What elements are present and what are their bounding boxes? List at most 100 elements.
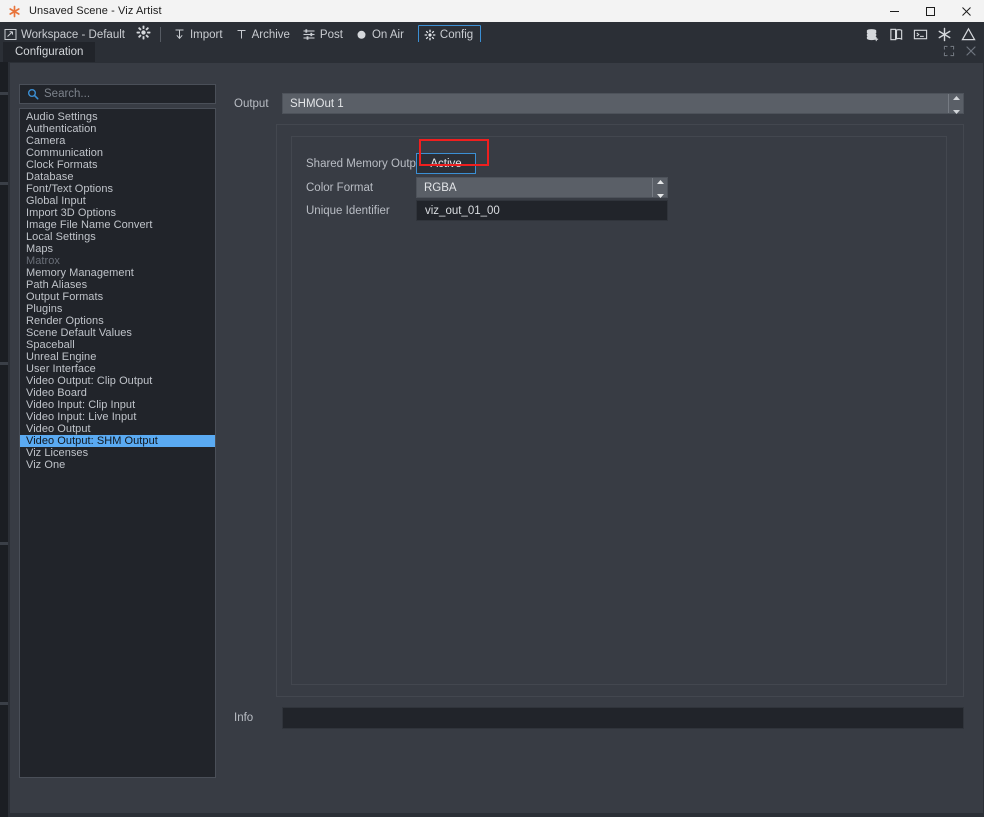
panel-controls	[942, 44, 978, 58]
unique-identifier-value: viz_out_01_00	[425, 205, 500, 217]
warning-icon[interactable]	[960, 27, 976, 43]
book-icon[interactable]	[888, 27, 904, 43]
sidebar-item-label: Local Settings	[26, 231, 96, 243]
sidebar-item[interactable]: Plugins	[20, 303, 215, 315]
settings-nav-list[interactable]: Audio SettingsAuthenticationCameraCommun…	[19, 108, 216, 778]
sidebar-item[interactable]: Maps	[20, 243, 215, 255]
sidebar-item-label: Audio Settings	[26, 111, 98, 123]
sidebar-item[interactable]: Video Output: SHM Output	[20, 435, 215, 447]
window-controls	[876, 0, 984, 22]
workspace-label: Workspace - Default	[21, 29, 125, 41]
sidebar-item-label: Camera	[26, 135, 65, 147]
sidebar-item-label: Video Input: Live Input	[26, 411, 136, 423]
viz-artist-window: Unsaved Scene - Viz Artist Workspace - D	[0, 0, 984, 817]
sidebar-item[interactable]: Unreal Engine	[20, 351, 215, 363]
output-spinner-icon[interactable]	[948, 94, 963, 113]
field-shared-memory-output: Shared Memory Output Active	[306, 153, 476, 174]
database-icon[interactable]	[864, 27, 880, 43]
expand-icon[interactable]	[942, 44, 956, 58]
sidebar-item[interactable]: Render Options	[20, 315, 215, 327]
shared-memory-output-value: Active	[430, 158, 461, 170]
tab-row: Configuration	[0, 42, 984, 62]
shm-output-settings: Output SHMOut 1 Shared Memory Output	[234, 93, 964, 783]
sidebar-item[interactable]: Communication	[20, 147, 215, 159]
sidebar-item-label: Global Input	[26, 195, 86, 207]
sidebar-item[interactable]: Viz Licenses	[20, 447, 215, 459]
post-icon	[302, 28, 316, 41]
sidebar-item[interactable]: User Interface	[20, 363, 215, 375]
title-bar-left: Unsaved Scene - Viz Artist	[0, 0, 876, 22]
color-format-label: Color Format	[306, 182, 416, 194]
sidebar-item-label: Font/Text Options	[26, 183, 113, 195]
archive-icon	[235, 28, 248, 41]
body-container: Search... Audio SettingsAuthenticationCa…	[0, 62, 984, 817]
search-placeholder: Search...	[44, 88, 90, 100]
sidebar-item[interactable]: Path Aliases	[20, 279, 215, 291]
field-unique-identifier: Unique Identifier viz_out_01_00	[306, 200, 668, 221]
minimize-button[interactable]	[876, 0, 912, 22]
sidebar-item-label: Path Aliases	[26, 279, 87, 291]
sidebar-item[interactable]: Image File Name Convert	[20, 219, 215, 231]
sidebar-item[interactable]: Memory Management	[20, 267, 215, 279]
sidebar-item[interactable]: Audio Settings	[20, 111, 215, 123]
sidebar-item[interactable]: Video Input: Clip Input	[20, 399, 215, 411]
sidebar-item[interactable]: Authentication	[20, 123, 215, 135]
sidebar-item-label: Authentication	[26, 123, 96, 135]
sidebar-item-label: Video Output	[26, 423, 91, 435]
sidebar-item[interactable]: Database	[20, 171, 215, 183]
color-format-select[interactable]: RGBA	[416, 177, 668, 198]
sidebar-item-label: Image File Name Convert	[26, 219, 152, 231]
search-input[interactable]: Search...	[19, 84, 216, 104]
tab-configuration[interactable]: Configuration	[3, 42, 95, 62]
asterisk-icon	[8, 5, 21, 18]
config-gear-icon	[424, 29, 436, 41]
output-select-value: SHMOut 1	[290, 98, 344, 110]
sidebar-item-label: User Interface	[26, 363, 96, 375]
sidebar-item-label: Viz One	[26, 459, 65, 471]
sidebar-item-label: Maps	[26, 243, 53, 255]
snowflake-icon[interactable]	[936, 27, 952, 43]
sidebar-item[interactable]: Font/Text Options	[20, 183, 215, 195]
sidebar-item-label: Unreal Engine	[26, 351, 96, 363]
sidebar-item[interactable]: Viz One	[20, 459, 215, 471]
sidebar-item[interactable]: Video Input: Live Input	[20, 411, 215, 423]
close-button[interactable]	[948, 0, 984, 22]
maximize-button[interactable]	[912, 0, 948, 22]
sidebar-item[interactable]: Scene Default Values	[20, 327, 215, 339]
close-panel-icon[interactable]	[964, 44, 978, 58]
sidebar-item[interactable]: Import 3D Options	[20, 207, 215, 219]
config-label: Config	[440, 29, 473, 41]
configuration-panel: Search... Audio SettingsAuthenticationCa…	[9, 62, 984, 814]
shared-memory-output-label: Shared Memory Output	[306, 158, 416, 170]
color-format-spinner-icon[interactable]	[652, 178, 667, 197]
sidebar-item[interactable]: Video Board	[20, 387, 215, 399]
info-row: Info	[234, 707, 964, 729]
sidebar-item[interactable]: Matrox	[20, 255, 215, 267]
sidebar-item[interactable]: Video Output	[20, 423, 215, 435]
sidebar-item-label: Spaceball	[26, 339, 75, 351]
sidebar-item[interactable]: Local Settings	[20, 231, 215, 243]
sidebar-item-label: Scene Default Values	[26, 327, 132, 339]
unique-identifier-input[interactable]: viz_out_01_00	[416, 200, 668, 221]
console-icon[interactable]	[912, 27, 928, 43]
output-row: Output SHMOut 1	[234, 93, 964, 114]
sidebar-item-label: Video Output: Clip Output	[26, 375, 152, 387]
sidebar-item-label: Render Options	[26, 315, 104, 327]
sidebar-item[interactable]: Spaceball	[20, 339, 215, 351]
settings-sidebar: Search... Audio SettingsAuthenticationCa…	[19, 84, 216, 778]
output-label: Output	[234, 98, 282, 110]
title-bar: Unsaved Scene - Viz Artist	[0, 0, 984, 22]
sidebar-item-label: Import 3D Options	[26, 207, 116, 219]
sidebar-item[interactable]: Clock Formats	[20, 159, 215, 171]
sidebar-item[interactable]: Output Formats	[20, 291, 215, 303]
output-select[interactable]: SHMOut 1	[282, 93, 964, 114]
sidebar-item[interactable]: Global Input	[20, 195, 215, 207]
search-icon	[26, 88, 39, 101]
info-field	[282, 707, 964, 729]
field-color-format: Color Format RGBA	[306, 177, 668, 198]
shared-memory-output-toggle[interactable]: Active	[416, 153, 476, 174]
left-edge-strip	[0, 62, 8, 817]
sidebar-item[interactable]: Camera	[20, 135, 215, 147]
sidebar-item[interactable]: Video Output: Clip Output	[20, 375, 215, 387]
post-label: Post	[320, 29, 343, 41]
